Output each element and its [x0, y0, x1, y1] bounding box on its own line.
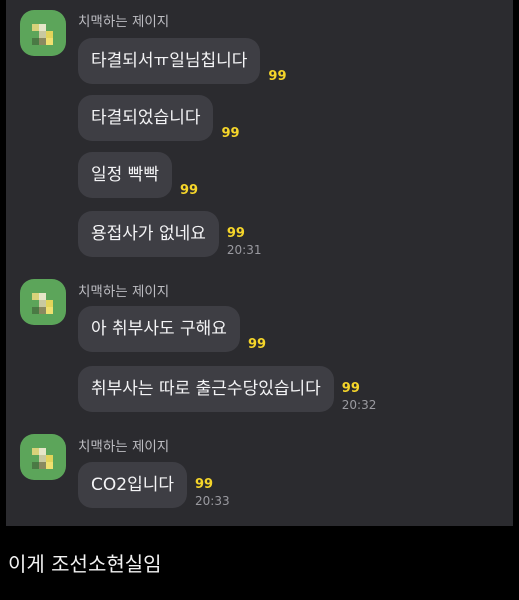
message-row: 아 취부사도 구해요 99	[78, 306, 266, 352]
avatar[interactable]	[20, 279, 66, 325]
message-bubble[interactable]: 아 취부사도 구해요	[78, 306, 240, 352]
message-row: CO2입니다 99 20:33	[78, 462, 230, 508]
caption-text: 이게 조선소현실임	[8, 552, 162, 576]
message-bubble[interactable]: 타결되었습니다	[78, 95, 214, 141]
message-bubble[interactable]: CO2입니다	[78, 462, 187, 508]
unread-count: 99	[247, 337, 267, 352]
message-bubble[interactable]: 타결되서ㅠ일님칩니다	[78, 38, 261, 84]
message-meta: 99 20:32	[341, 381, 377, 413]
unread-count: 99	[221, 126, 240, 141]
unread-count: 99	[179, 183, 199, 198]
message-meta: 99 20:31	[226, 226, 262, 258]
message-bubble[interactable]: 일정 빡빡	[78, 152, 172, 198]
sender-name: 치맥하는 제이지	[78, 439, 170, 455]
message-row: 일정 빡빡 99	[78, 152, 198, 198]
unread-count: 99	[226, 226, 245, 241]
unread-count: 99	[341, 381, 360, 396]
sender-name: 치맥하는 제이지	[78, 284, 170, 300]
message-bubble[interactable]: 취부사는 따로 출근수당있습니다	[78, 366, 334, 412]
message-timestamp: 20:33	[195, 494, 230, 508]
message-bubble[interactable]: 용접사가 없네요	[78, 211, 219, 257]
sender-name: 치맥하는 제이지	[78, 14, 170, 30]
message-timestamp: 20:31	[226, 243, 262, 257]
message-meta: 99 20:33	[195, 477, 230, 509]
message-row: 타결되서ㅠ일님칩니다 99	[78, 38, 287, 84]
message-row: 타결되었습니다 99	[78, 95, 240, 141]
message-row: 용접사가 없네요 99 20:31	[78, 211, 261, 257]
message-meta: 99	[248, 338, 266, 352]
message-timestamp: 20:32	[341, 398, 377, 412]
message-meta: 99	[180, 184, 198, 198]
avatar[interactable]	[20, 10, 66, 56]
message-row: 취부사는 따로 출근수당있습니다 99 20:32	[78, 366, 376, 412]
message-meta: 99	[268, 70, 286, 84]
chat-window: 치맥하는 제이지 타결되서ㅠ일님칩니다 99 타결되었습니다 99 일정 빡빡 …	[6, 0, 513, 526]
unread-count: 99	[268, 69, 287, 84]
unread-count: 99	[195, 477, 214, 492]
message-meta: 99	[221, 127, 239, 141]
avatar[interactable]	[20, 434, 66, 480]
